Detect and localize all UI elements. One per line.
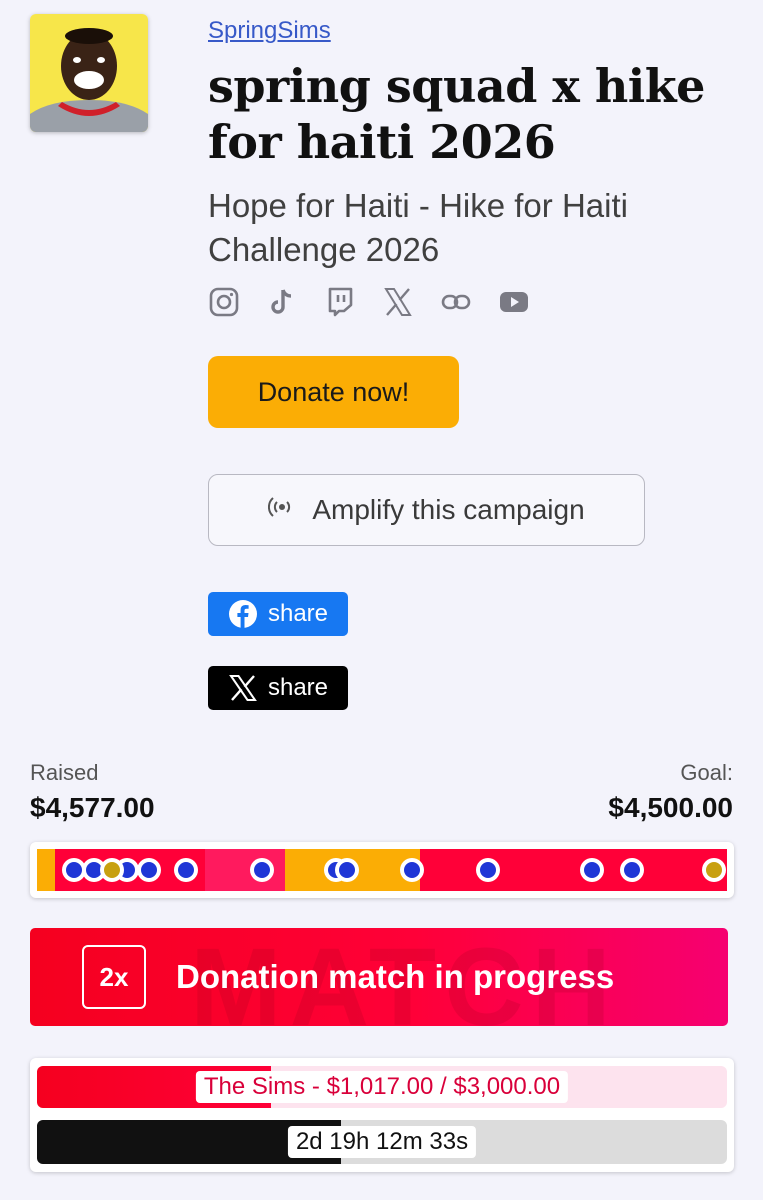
donate-button-label: Donate now!: [257, 376, 410, 407]
x-icon[interactable]: [382, 286, 414, 318]
creator-avatar[interactable]: [30, 14, 148, 132]
facebook-share-button[interactable]: share: [208, 592, 348, 636]
x-logo-icon: [228, 673, 258, 703]
broadcast-icon: [268, 493, 296, 528]
match-time-remaining: 2d 19h 12m 33s: [37, 1120, 727, 1164]
x-share-button[interactable]: share: [208, 666, 348, 710]
countdown-label: 2d 19h 12m 33s: [287, 1126, 477, 1158]
instagram-icon[interactable]: [208, 286, 240, 318]
raised-label: Raised: [30, 760, 99, 785]
donation-match-banner[interactable]: MATCH 2x Donation match in progress: [30, 928, 728, 1026]
match-banner-text: Donation match in progress: [176, 958, 615, 995]
goal-amount: $4,500.00: [608, 792, 733, 823]
social-links: [208, 286, 748, 318]
raised-amount: $4,577.00: [30, 792, 155, 823]
segment-5: [420, 849, 727, 891]
segment-1: [37, 849, 55, 891]
twitch-icon[interactable]: [324, 286, 356, 318]
sponsor-match-progress: The Sims - $1,017.00 / $3,000.00: [37, 1066, 727, 1108]
creator-link[interactable]: SpringSims: [208, 14, 331, 48]
fundraising-progress-bar: [30, 842, 734, 898]
facebook-share-label: share: [267, 600, 329, 627]
match-details-card: The Sims - $1,017.00 / $3,000.00 2d 19h …: [30, 1058, 734, 1172]
campaign-subtitle: Hope for Haiti - Hike for Haiti Challeng…: [208, 187, 628, 268]
amplify-button[interactable]: Amplify this campaign: [208, 474, 645, 546]
match-multiplier-badge: 2x: [82, 945, 146, 1009]
sponsor-match-label: The Sims - $1,017.00 / $3,000.00: [195, 1071, 569, 1103]
tiktok-icon[interactable]: [266, 286, 298, 318]
donate-button[interactable]: Donate now!: [208, 356, 459, 428]
x-share-label: share: [267, 674, 329, 701]
link-icon[interactable]: [440, 286, 472, 318]
goal-label: Goal:: [680, 760, 733, 785]
facebook-icon: [228, 599, 258, 629]
amplify-button-label: Amplify this campaign: [312, 494, 585, 525]
youtube-icon[interactable]: [498, 286, 530, 318]
campaign-title: spring squad x hike for haiti 2026: [208, 59, 705, 169]
